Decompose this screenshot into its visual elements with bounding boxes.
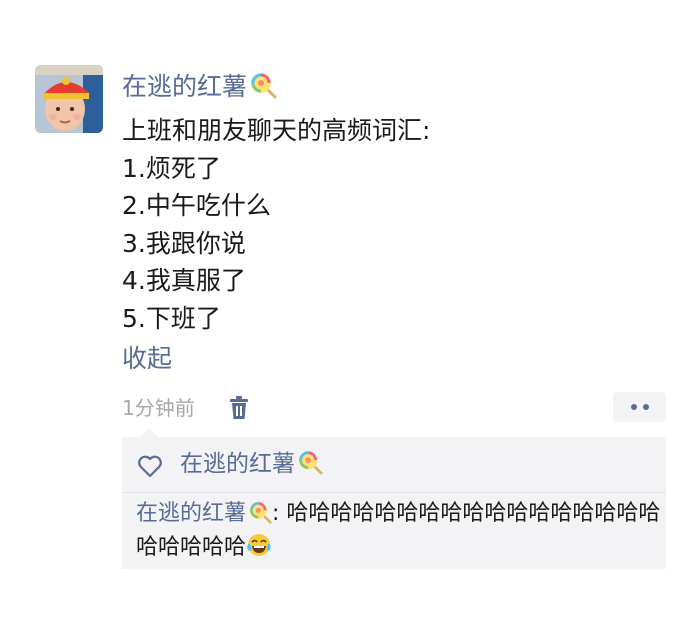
- comment-author[interactable]: 在逃的红薯: [136, 501, 246, 526]
- avatar[interactable]: [35, 65, 103, 133]
- post-line-5: 5.下班了: [122, 303, 221, 333]
- likes-row: 在逃的红薯: [122, 437, 666, 493]
- more-button[interactable]: [613, 392, 666, 422]
- trash-icon[interactable]: [228, 396, 250, 420]
- post-line-title: 上班和朋友聊天的高频词汇:: [122, 116, 431, 145]
- post-line-4: 4.我真服了: [122, 266, 246, 295]
- post-timestamp: 1分钟前: [122, 396, 195, 420]
- post-line-3: 3.我跟你说: [122, 228, 246, 258]
- avatar-image: [35, 65, 103, 133]
- collapse-link[interactable]: 收起: [122, 339, 172, 379]
- like-user[interactable]: 在逃的红薯: [180, 445, 323, 483]
- lollipop-icon: [251, 73, 277, 99]
- tears-of-joy-emoji: [247, 534, 271, 556]
- comment-item[interactable]: 在逃的红薯 : 哈哈哈哈哈哈哈哈哈哈哈哈哈哈哈哈哈哈哈哈哈哈: [136, 497, 666, 565]
- lollipop-icon: [249, 501, 272, 524]
- interaction-panel: 在逃的红薯 在逃的红薯 : 哈哈哈哈哈哈哈哈哈哈哈哈哈哈哈哈哈哈哈哈哈哈: [122, 437, 666, 569]
- lollipop-icon: [298, 450, 323, 475]
- post-line-2: 2.中午吃什么: [122, 191, 271, 220]
- heart-outline-icon: [138, 455, 162, 478]
- panel-caret: [140, 428, 158, 437]
- like-user-name[interactable]: 在逃的红薯: [180, 451, 295, 477]
- comment-separator: :: [272, 501, 287, 526]
- more-dots-icon: [630, 404, 637, 410]
- post-author[interactable]: 在逃的红薯: [122, 68, 277, 106]
- post-author-name[interactable]: 在逃的红薯: [122, 72, 247, 101]
- post-line-1: 1.烦死了: [122, 153, 221, 183]
- post-content: 上班和朋友聊天的高频词汇: 1.烦死了 2.中午吃什么 3.我跟你说 4.我真服…: [122, 112, 430, 337]
